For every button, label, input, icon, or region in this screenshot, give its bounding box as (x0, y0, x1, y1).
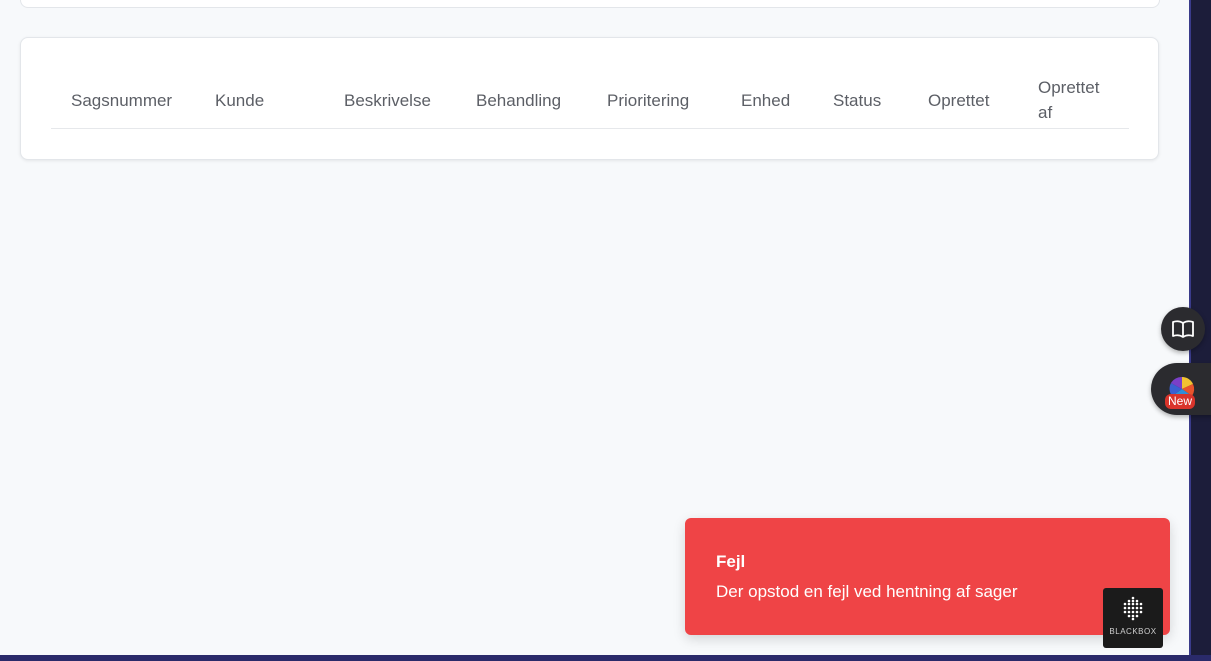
reader-button[interactable] (1161, 307, 1205, 351)
column-header-oprettet[interactable]: Oprettet (928, 72, 989, 128)
column-header-enhed[interactable]: Enhed (741, 72, 790, 128)
app-viewport: Sagsnummer Kunde Beskrivelse Behandling … (0, 0, 1189, 655)
column-header-sagsnummer[interactable]: Sagsnummer (71, 72, 172, 128)
blackbox-widget[interactable]: BLACKBOX (1103, 588, 1163, 648)
column-header-status[interactable]: Status (833, 72, 881, 128)
new-badge: New (1165, 394, 1196, 409)
column-header-behandling[interactable]: Behandling (476, 72, 561, 128)
cases-table-card: Sagsnummer Kunde Beskrivelse Behandling … (20, 37, 1159, 160)
table-header: Sagsnummer Kunde Beskrivelse Behandling … (51, 72, 1129, 129)
toast-title: Fejl (716, 552, 746, 571)
top-card (20, 0, 1160, 8)
window-edge-bottom (0, 655, 1211, 661)
new-feature-button[interactable]: New (1151, 363, 1211, 415)
column-header-kunde[interactable]: Kunde (215, 72, 264, 128)
column-header-prioritering[interactable]: Prioritering (607, 72, 689, 128)
toast-message: Der opstod en fejl ved hentning af sager (716, 582, 1018, 601)
error-toast[interactable]: Fejl Der opstod en fejl ved hentning af … (685, 518, 1170, 635)
blackbox-logo-icon (1123, 596, 1143, 621)
column-header-beskrivelse[interactable]: Beskrivelse (344, 72, 431, 128)
blackbox-label: BLACKBOX (1109, 627, 1157, 636)
column-header-oprettet-af[interactable]: Oprettet af (1038, 72, 1113, 128)
book-open-icon (1172, 320, 1194, 338)
